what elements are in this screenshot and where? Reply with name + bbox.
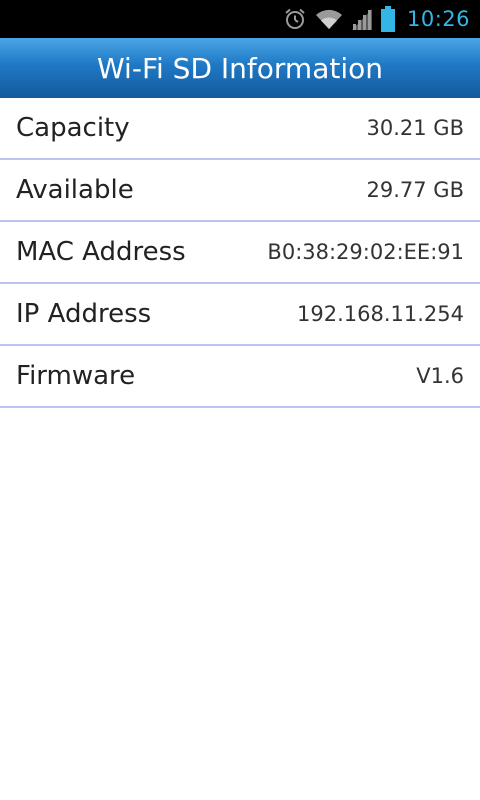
battery-icon xyxy=(380,6,395,32)
wifi-icon xyxy=(315,7,343,31)
info-value: B0:38:29:02:EE:91 xyxy=(267,240,464,264)
info-row-ip-address: IP Address 192.168.11.254 xyxy=(0,284,480,346)
app-header: Wi-Fi SD Information xyxy=(0,38,480,98)
info-row-available: Available 29.77 GB xyxy=(0,160,480,222)
info-value: 29.77 GB xyxy=(366,178,464,202)
signal-icon xyxy=(351,7,373,31)
info-row-firmware: Firmware V1.6 xyxy=(0,346,480,408)
status-bar: 10:26 xyxy=(0,0,480,38)
info-list: Capacity 30.21 GB Available 29.77 GB MAC… xyxy=(0,98,480,408)
info-value: 30.21 GB xyxy=(366,116,464,140)
info-row-mac-address: MAC Address B0:38:29:02:EE:91 xyxy=(0,222,480,284)
info-label: Capacity xyxy=(16,113,130,143)
alarm-icon xyxy=(283,7,307,31)
status-clock: 10:26 xyxy=(406,7,470,31)
info-label: MAC Address xyxy=(16,237,186,267)
info-label: IP Address xyxy=(16,299,152,329)
info-value: 192.168.11.254 xyxy=(297,302,464,326)
info-label: Available xyxy=(16,175,134,205)
info-label: Firmware xyxy=(16,361,136,391)
info-row-capacity: Capacity 30.21 GB xyxy=(0,98,480,160)
info-value: V1.6 xyxy=(416,364,464,388)
page-title: Wi-Fi SD Information xyxy=(96,51,383,85)
